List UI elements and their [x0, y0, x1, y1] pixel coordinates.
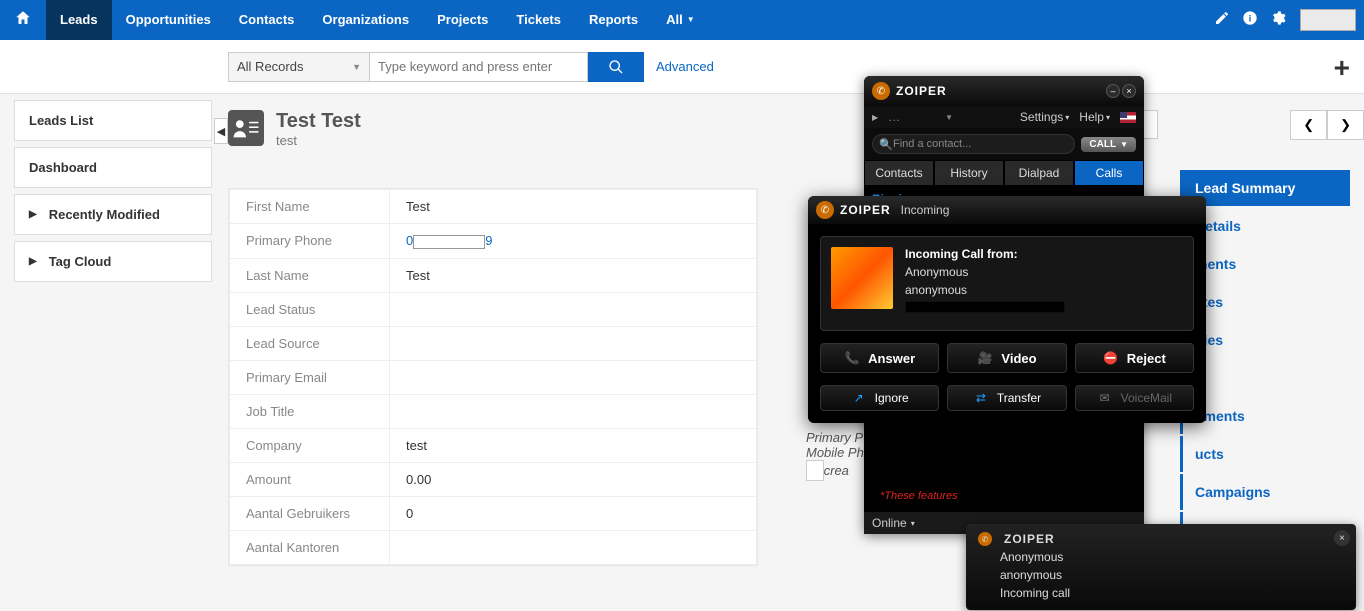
- left-sidebar: Leads List Dashboard ▶Recently Modified …: [14, 100, 212, 288]
- right-tab-campaigns[interactable]: Campaigns: [1180, 474, 1350, 510]
- zoiper-tabs: ContactsHistoryDialpadCalls: [864, 160, 1144, 186]
- zoiper-incoming-titlebar: ✆ ZOIPER Incoming: [808, 196, 1206, 224]
- toast-close-icon[interactable]: ×: [1334, 530, 1350, 546]
- detail-label: Primary Phone: [230, 224, 390, 259]
- incoming-call-from-label: Incoming Call from:: [905, 247, 1183, 261]
- pbx-snippet: Primary P Mobile Ph crea: [806, 430, 864, 481]
- detail-value: 0: [390, 496, 757, 530]
- add-button[interactable]: +: [1334, 52, 1350, 84]
- record-header: Test Test test: [228, 110, 1350, 148]
- detail-label: First Name: [230, 190, 390, 224]
- details-card: First NameTestPrimary Phone 09 Last NameTe…: [228, 188, 758, 566]
- nav-opportunities[interactable]: Opportunities: [112, 0, 225, 40]
- transfer-button[interactable]: ⇄Transfer: [947, 385, 1066, 411]
- zoiper-menubar: ▶ … ▼ Settings▾ Help▾: [864, 106, 1144, 128]
- sidebar-dashboard[interactable]: Dashboard: [14, 147, 212, 188]
- zoiper-search-input[interactable]: 🔍Find a contact...: [872, 134, 1075, 154]
- zoiper-call-button[interactable]: CALL▼: [1081, 137, 1136, 152]
- record-nav-arrows: ❮ ❯: [1290, 110, 1364, 140]
- sidebar-recently-modified[interactable]: ▶Recently Modified: [14, 194, 212, 235]
- caller-card: Incoming Call from: Anonymous anonymous: [820, 236, 1194, 331]
- info-icon[interactable]: i: [1236, 10, 1264, 31]
- gear-icon[interactable]: [1264, 10, 1292, 31]
- detail-value: Test: [390, 258, 757, 292]
- user-box[interactable]: [1300, 9, 1356, 31]
- detail-value: Test: [390, 190, 757, 224]
- minimize-icon[interactable]: –: [1106, 84, 1120, 98]
- records-select[interactable]: All Records▼: [228, 52, 370, 82]
- detail-value: 09: [390, 224, 757, 259]
- detail-value: [390, 394, 757, 428]
- zoiper-tab-dialpad[interactable]: Dialpad: [1004, 160, 1074, 186]
- search-bar: All Records▼ Advanced +: [0, 40, 1364, 94]
- detail-label: Lead Status: [230, 292, 390, 326]
- zoiper-footnote: *These features: [872, 486, 1136, 506]
- top-nav: LeadsOpportunitiesContactsOrganizationsP…: [0, 0, 1364, 40]
- zoiper-logo-icon: ✆: [816, 201, 834, 219]
- zoiper-tab-calls[interactable]: Calls: [1074, 160, 1144, 186]
- svg-text:i: i: [1249, 13, 1252, 23]
- nav-reports[interactable]: Reports: [575, 0, 652, 40]
- detail-value: [390, 360, 757, 394]
- zoiper-logo-icon: ✆: [872, 82, 890, 100]
- phone-link[interactable]: 09: [406, 233, 492, 248]
- detail-value: [390, 326, 757, 360]
- record-title: Test Test: [276, 110, 361, 133]
- detail-value: 0.00: [390, 462, 757, 496]
- sidebar-tag-cloud[interactable]: ▶Tag Cloud: [14, 241, 212, 282]
- nav-all[interactable]: All▼: [652, 0, 709, 40]
- detail-label: Last Name: [230, 258, 390, 292]
- detail-label: Amount: [230, 462, 390, 496]
- search-input[interactable]: [370, 52, 588, 82]
- sidebar-leads-list[interactable]: Leads List: [14, 100, 212, 141]
- zoiper-settings-menu[interactable]: Settings▾: [1020, 110, 1069, 124]
- toast-line2: anonymous: [1000, 566, 1344, 584]
- caller-number-redacted: [905, 301, 1065, 313]
- flag-icon[interactable]: [1120, 112, 1136, 123]
- next-record-button[interactable]: ❯: [1327, 110, 1364, 140]
- ignore-button[interactable]: ↗Ignore: [820, 385, 939, 411]
- detail-label: Company: [230, 428, 390, 462]
- avatar-icon: [228, 110, 264, 146]
- zoiper-toast: × ✆ ZOIPER Anonymous anonymous Incoming …: [966, 524, 1356, 610]
- nav-leads[interactable]: Leads: [46, 0, 112, 40]
- advanced-link[interactable]: Advanced: [656, 59, 714, 74]
- pencil-icon[interactable]: [1208, 10, 1236, 31]
- close-icon[interactable]: ×: [1122, 84, 1136, 98]
- detail-value: [390, 530, 757, 564]
- detail-value: test: [390, 428, 757, 462]
- reject-button[interactable]: ⛔Reject: [1075, 343, 1194, 373]
- toast-line3: Incoming call: [1000, 584, 1344, 602]
- caller-avatar: [831, 247, 893, 309]
- detail-label: Aantal Gebruikers: [230, 496, 390, 530]
- home-icon[interactable]: [0, 9, 46, 32]
- answer-button[interactable]: 📞Answer: [820, 343, 939, 373]
- right-tab-ucts[interactable]: ucts: [1180, 436, 1350, 472]
- zoiper-tab-history[interactable]: History: [934, 160, 1004, 186]
- collapse-sidebar-button[interactable]: ◀: [214, 118, 228, 144]
- record-subtitle: test: [276, 133, 361, 148]
- zoiper-titlebar: ✆ ZOIPER – ×: [864, 76, 1144, 106]
- nav-contacts[interactable]: Contacts: [225, 0, 309, 40]
- nav-projects[interactable]: Projects: [423, 0, 502, 40]
- zoiper-incoming-window: ✆ ZOIPER Incoming Incoming Call from: An…: [808, 196, 1206, 423]
- detail-label: Job Title: [230, 394, 390, 428]
- detail-value: [390, 292, 757, 326]
- nav-organizations[interactable]: Organizations: [308, 0, 423, 40]
- prev-record-button[interactable]: ❮: [1290, 110, 1327, 140]
- zoiper-logo-icon: ✆: [978, 532, 992, 546]
- caller-name: Anonymous: [905, 265, 1183, 279]
- toast-line1: Anonymous: [1000, 548, 1344, 566]
- search-button[interactable]: [588, 52, 644, 82]
- zoiper-tab-contacts[interactable]: Contacts: [864, 160, 934, 186]
- detail-label: Primary Email: [230, 360, 390, 394]
- voicemail-button: ✉VoiceMail: [1075, 385, 1194, 411]
- detail-label: Lead Source: [230, 326, 390, 360]
- zoiper-title: ZOIPER: [896, 84, 1106, 98]
- nav-tickets[interactable]: Tickets: [502, 0, 575, 40]
- video-button[interactable]: 🎥Video: [947, 343, 1066, 373]
- caller-id: anonymous: [905, 283, 1183, 297]
- zoiper-help-menu[interactable]: Help▾: [1079, 110, 1110, 124]
- detail-label: Aantal Kantoren: [230, 530, 390, 564]
